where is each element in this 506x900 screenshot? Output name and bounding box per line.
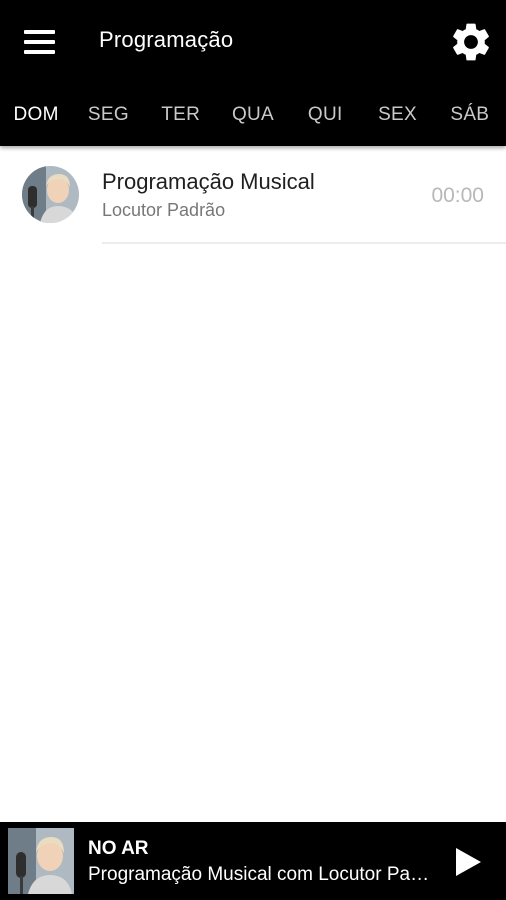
tab-qui[interactable]: QUI [289, 84, 361, 146]
schedule-item[interactable]: Programação Musical Locutor Padrão 00:00 [0, 146, 506, 244]
program-time: 00:00 [431, 184, 484, 207]
gear-icon[interactable] [448, 19, 494, 65]
tab-sab[interactable]: SÁB [434, 84, 506, 146]
now-playing-text: Programação Musical com Locutor Padrão [88, 864, 433, 885]
app-bar: Programação [0, 0, 506, 84]
tab-qua[interactable]: QUA [217, 84, 289, 146]
now-playing-cover [8, 828, 74, 894]
program-title: Programação Musical [102, 169, 315, 194]
play-icon[interactable] [448, 842, 488, 882]
menu-icon[interactable] [20, 24, 60, 60]
tab-sex[interactable]: SEX [361, 84, 433, 146]
on-air-label: NO AR [88, 838, 149, 859]
schedule-list: Programação Musical Locutor Padrão 00:00 [0, 146, 506, 244]
day-tabs: DOM SEG TER QUA QUI SEX SÁB [0, 84, 506, 146]
mini-player[interactable]: NO AR Programação Musical com Locutor Pa… [0, 822, 506, 900]
page-title: Programação [99, 27, 234, 52]
host-avatar [22, 166, 79, 223]
tab-dom[interactable]: DOM [0, 84, 72, 146]
row-divider [102, 242, 506, 244]
tab-seg[interactable]: SEG [72, 84, 144, 146]
program-host: Locutor Padrão [102, 200, 226, 220]
tab-ter[interactable]: TER [145, 84, 217, 146]
